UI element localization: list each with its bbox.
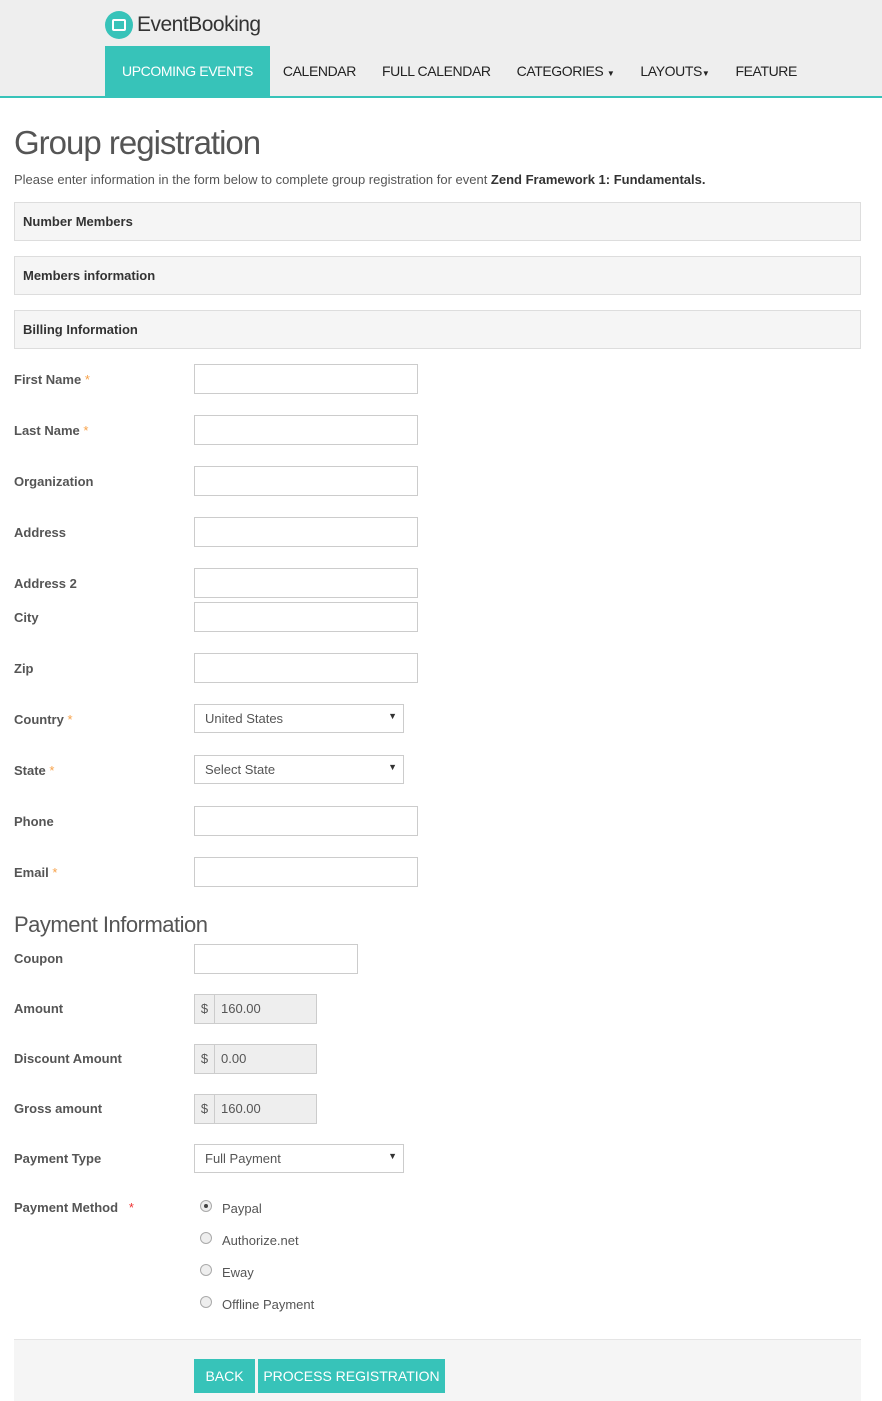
label-text: Last Name <box>14 423 80 438</box>
amount-label: Amount <box>14 1001 64 1016</box>
discount-field: $0.00 <box>194 1044 317 1074</box>
nav-label: CATEGORIES <box>516 63 604 79</box>
required-mark: * <box>52 865 58 880</box>
label-text: Email <box>14 865 49 880</box>
address-input[interactable] <box>194 517 418 547</box>
intro: Please enter information in the form bel… <box>14 172 491 187</box>
event-name: Zend Framework 1: Fundamentals. <box>490 172 706 187</box>
address2-input[interactable] <box>194 568 418 598</box>
header: EventBooking UPCOMING EVENTS CALENDAR FU… <box>0 0 882 98</box>
required-mark: * <box>84 372 90 387</box>
label-text: Country <box>14 712 64 727</box>
nav-categories[interactable]: CATEGORIES ▼ <box>504 46 628 96</box>
main-nav: UPCOMING EVENTS CALENDAR FULL CALENDAR C… <box>105 46 882 96</box>
caret-down-icon: ▼ <box>701 69 710 78</box>
payment-method-label: Payment Method * <box>14 1200 134 1215</box>
nav-layouts[interactable]: LAYOUTS▼ <box>627 46 722 96</box>
select-value: Select State <box>205 762 276 777</box>
calendar-icon <box>105 11 133 39</box>
email-label: Email * <box>14 865 57 880</box>
radio-paypal[interactable]: Paypal <box>200 1199 262 1216</box>
page-title: Group registration <box>14 124 261 161</box>
radio-authorize-net[interactable]: Authorize.net <box>200 1231 299 1248</box>
radio-eway[interactable]: Eway <box>200 1263 254 1280</box>
last-name-label: Last Name * <box>14 423 88 438</box>
radio-offline-payment[interactable]: Offline Payment <box>200 1295 315 1312</box>
email-input[interactable] <box>194 857 418 887</box>
discount-label: Discount Amount <box>14 1051 122 1066</box>
radio-checked-icon <box>200 1199 212 1212</box>
coupon-input[interactable] <box>194 944 358 974</box>
amount-field: $160.00 <box>194 994 317 1024</box>
dropdown-arrow-icon: ▼ <box>388 762 397 772</box>
address2-label: Address 2 <box>14 576 77 591</box>
zip-label: Zip <box>14 661 34 676</box>
radio-label: Paypal <box>222 1201 262 1216</box>
back-button[interactable]: BACK <box>194 1359 255 1393</box>
radio-icon <box>200 1295 212 1308</box>
phone-input[interactable] <box>194 806 418 836</box>
payment-type-select[interactable]: Full Payment ▼ <box>194 1144 404 1173</box>
discount-value: 0.00 <box>221 1051 247 1066</box>
coupon-label: Coupon <box>14 951 64 966</box>
gross-label: Gross amount <box>14 1101 103 1116</box>
logo[interactable]: EventBooking <box>105 11 261 39</box>
organization-label: Organization <box>14 474 94 489</box>
required-mark: * <box>49 763 55 778</box>
radio-icon <box>200 1263 212 1276</box>
amount-value: 160.00 <box>221 1001 261 1016</box>
payment-type-label: Payment Type <box>14 1151 102 1166</box>
city-label: City <box>14 610 39 625</box>
gross-field: $160.00 <box>194 1094 317 1124</box>
nav-upcoming-events[interactable]: UPCOMING EVENTS <box>105 46 270 96</box>
dropdown-arrow-icon: ▼ <box>388 1151 397 1161</box>
organization-input[interactable] <box>194 466 418 496</box>
process-registration-button[interactable]: PROCESS REGISTRATION <box>258 1359 445 1393</box>
select-value: United States <box>205 711 284 726</box>
radio-icon <box>200 1231 212 1244</box>
address-label: Address <box>14 525 67 540</box>
label-text: State <box>14 763 46 778</box>
dropdown-arrow-icon: ▼ <box>388 711 397 721</box>
caret-down-icon: ▼ <box>606 69 615 78</box>
last-name-input[interactable] <box>194 415 418 445</box>
city-input[interactable] <box>194 602 418 632</box>
nav-label: LAYOUTS <box>640 63 702 79</box>
first-name-input[interactable] <box>194 364 418 394</box>
currency-addon: $ <box>195 1045 215 1073</box>
required-mark: * <box>67 712 73 727</box>
gross-value: 160.00 <box>221 1101 261 1116</box>
zip-input[interactable] <box>194 653 418 683</box>
required-mark: * <box>128 1200 134 1215</box>
payment-heading: Payment Information <box>14 912 208 937</box>
label-text: First Name <box>14 372 82 387</box>
radio-label: Authorize.net <box>222 1233 299 1248</box>
country-label: Country * <box>14 712 73 727</box>
nav-calendar[interactable]: CALENDAR <box>270 46 369 96</box>
required-mark: * <box>83 423 89 438</box>
label-text: Payment Method <box>14 1200 119 1215</box>
brand-name: EventBooking <box>137 13 261 36</box>
state-select[interactable]: Select State ▼ <box>194 755 404 784</box>
panel-billing-information[interactable]: Billing Information <box>14 310 861 349</box>
country-select[interactable]: United States ▼ <box>194 704 404 733</box>
radio-label: Offline Payment <box>222 1297 315 1312</box>
radio-label: Eway <box>222 1265 254 1280</box>
select-value: Full Payment <box>205 1151 281 1166</box>
intro-text: Please enter information in the form bel… <box>14 172 874 187</box>
panel-members-information[interactable]: Members information <box>14 256 861 295</box>
panel-number-members[interactable]: Number Members <box>14 202 861 241</box>
first-name-label: First Name * <box>14 372 90 387</box>
nav-features[interactable]: FEATURE <box>722 46 810 96</box>
state-label: State * <box>14 763 54 778</box>
nav-full-calendar[interactable]: FULL CALENDAR <box>369 46 504 96</box>
phone-label: Phone <box>14 814 54 829</box>
currency-addon: $ <box>195 1095 215 1123</box>
currency-addon: $ <box>195 995 215 1023</box>
